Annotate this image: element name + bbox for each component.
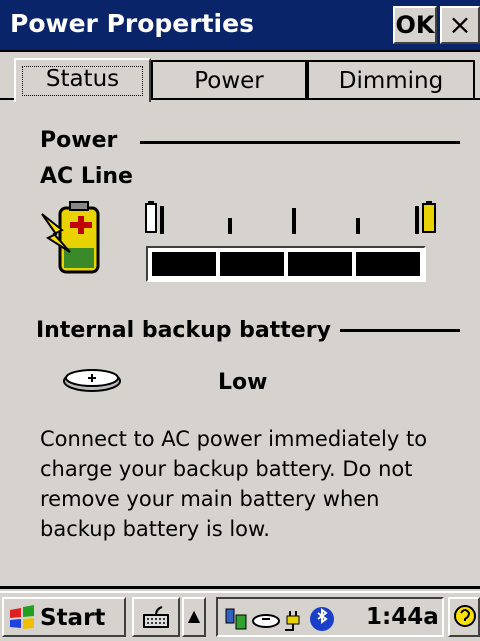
backup-message: Connect to AC power immediately to charg… <box>40 427 428 541</box>
clock[interactable]: 1:44a <box>366 604 439 630</box>
ok-button[interactable]: OK <box>393 6 437 44</box>
windows-flag-icon <box>10 605 34 629</box>
tab-dimming[interactable]: Dimming <box>307 60 475 100</box>
help-icon <box>454 605 476 627</box>
tab-dimming-label: Dimming <box>338 68 444 94</box>
help-button[interactable] <box>448 597 480 637</box>
battery-level-segment <box>152 252 216 276</box>
battery-level-segment <box>288 252 352 276</box>
close-button[interactable]: × <box>440 6 480 44</box>
backup-status: Low <box>218 370 268 395</box>
window-title: Power Properties <box>10 9 254 38</box>
taskbar: Start ▲ 1:44a <box>0 591 480 641</box>
power-heading: Power <box>40 128 118 153</box>
system-tray: 1:44a <box>216 597 444 637</box>
backup-heading: Internal backup battery <box>36 318 331 343</box>
battery-level-segment <box>220 252 284 276</box>
title-bar: Power Properties OK × <box>0 0 480 52</box>
keyboard-icon <box>143 606 169 628</box>
tab-status-label: Status <box>45 66 120 92</box>
battery-level-bar <box>146 246 426 282</box>
power-divider <box>140 141 460 144</box>
start-label: Start <box>40 605 106 631</box>
tab-power-label: Power <box>194 68 264 94</box>
backup-battery-icon <box>252 614 280 628</box>
battery-level-segment <box>356 252 420 276</box>
backup-battery-icon <box>63 369 121 392</box>
input-panel-button[interactable] <box>132 597 180 637</box>
tab-power[interactable]: Power <box>151 60 307 100</box>
ac-plug-icon <box>285 611 300 631</box>
tab-status[interactable]: Status <box>14 58 151 102</box>
bluetooth-icon <box>310 607 334 631</box>
ac-battery-icon <box>41 201 100 274</box>
empty-battery-icon <box>145 203 157 233</box>
start-button[interactable]: Start <box>2 597 126 637</box>
full-battery-icon <box>422 203 436 233</box>
input-menu-arrow[interactable]: ▲ <box>182 597 206 637</box>
panel-bottom-border <box>0 586 480 589</box>
backup-divider <box>340 329 460 332</box>
power-source: AC Line <box>40 164 133 189</box>
tab-strip: Status Power Dimming <box>14 58 480 102</box>
network-icon <box>225 608 247 630</box>
